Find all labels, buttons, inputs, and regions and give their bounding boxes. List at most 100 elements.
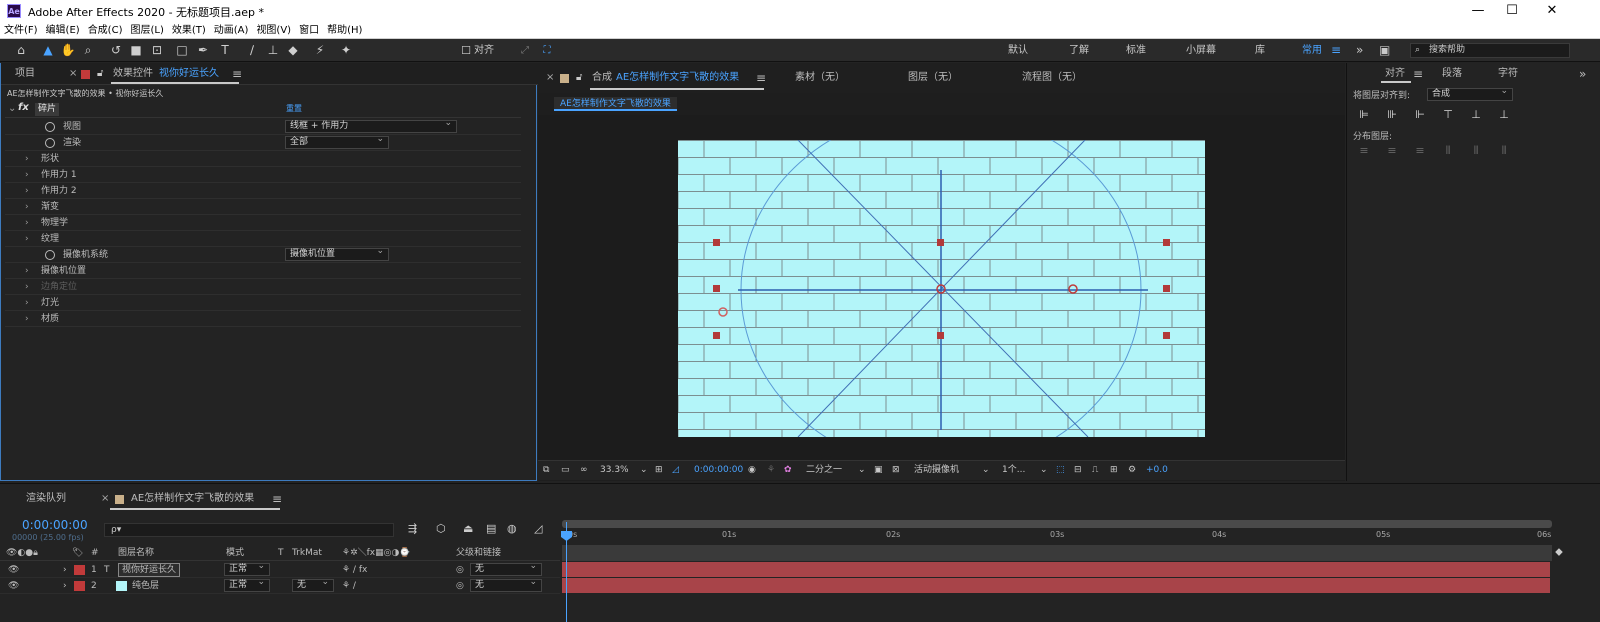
handle[interactable] (1163, 332, 1170, 339)
align-top-icon[interactable]: ⊤ (1441, 108, 1455, 122)
align-right-icon[interactable]: ⊩ (1413, 108, 1427, 122)
expand-arrow-icon[interactable]: › (63, 562, 67, 578)
timeline-search-input[interactable]: ρ▾ (104, 523, 394, 537)
toggle-3d-icon[interactable]: ⬚ (1056, 463, 1065, 477)
menu-help[interactable]: 帮助(H) (323, 22, 366, 39)
tab-render-queue[interactable]: 渲染队列 (26, 488, 66, 510)
stopwatch-icon[interactable] (45, 250, 55, 260)
layer-bar[interactable] (562, 578, 1550, 593)
puppet-tool-icon[interactable]: ✦ (338, 41, 354, 60)
menu-layer[interactable]: 图层(L) (126, 22, 167, 39)
help-search-input[interactable]: ⌕ 搜索帮助 (1410, 43, 1570, 58)
layer-name[interactable]: 视你好运长久 (118, 563, 181, 577)
eraser-tool-icon[interactable]: ◆ (285, 41, 301, 60)
flowchart-icon[interactable]: ⚙ (1128, 463, 1136, 477)
handle[interactable] (1163, 285, 1170, 292)
layer-bar[interactable] (562, 562, 1550, 577)
resolution-chevron-icon[interactable]: ⌄ (858, 463, 866, 477)
zoom-dropdown[interactable]: 33.3% (600, 463, 629, 477)
parent-pickwhip-icon[interactable]: ◎ (456, 562, 464, 578)
workspace-small-screen[interactable]: 小屏幕 (1186, 39, 1216, 62)
handle[interactable] (713, 239, 720, 246)
layer-label-color[interactable] (74, 581, 85, 591)
workspace-overflow-icon[interactable]: » (1356, 39, 1363, 62)
safe-area-icon[interactable]: ⊞ (655, 463, 663, 477)
workspace-library[interactable]: 库 (1255, 39, 1265, 62)
property-row-physics[interactable]: › 物理学 (5, 215, 521, 231)
views-chevron-icon[interactable]: ⌄ (1040, 463, 1048, 477)
layer-label-color[interactable] (74, 565, 85, 575)
composition-mini-flowchart-icon[interactable]: ⇶ (408, 522, 417, 535)
motion-blur-icon[interactable]: ◍ (507, 522, 517, 535)
property-row-gradient[interactable]: › 渐变 (5, 199, 521, 215)
menu-animation[interactable]: 动画(A) (210, 22, 253, 39)
graph-editor-icon[interactable]: ◿ (534, 522, 542, 535)
camera-dropdown[interactable]: 活动摄像机 (914, 463, 959, 477)
handle[interactable] (937, 239, 944, 246)
eye-icon[interactable]: 👁︎ (8, 578, 19, 594)
pen-tool-icon[interactable]: ✒ (195, 41, 211, 60)
layer-switches-icon[interactable]: ⚘ ∕ fx (342, 562, 367, 578)
expand-arrow-icon[interactable]: › (25, 215, 29, 231)
menu-edit[interactable]: 编辑(E) (42, 22, 84, 39)
expand-arrow-icon[interactable]: › (25, 183, 29, 199)
property-row-force2[interactable]: › 作用力 2 (5, 183, 521, 199)
stopwatch-icon[interactable] (45, 122, 55, 132)
align-left-icon[interactable]: ⊫ (1357, 108, 1371, 122)
type-tool-icon[interactable]: T (217, 41, 233, 60)
roto-brush-tool-icon[interactable]: ⚡ (311, 41, 329, 60)
expand-arrow-icon[interactable]: › (25, 167, 29, 183)
expand-arrow-icon[interactable]: › (25, 311, 29, 327)
expand-arrow-icon[interactable]: › (25, 263, 29, 279)
exposure-value[interactable]: +0.0 (1146, 463, 1168, 477)
snap-options-icon[interactable]: ⤢ (518, 41, 532, 60)
property-row-texture[interactable]: › 纹理 (5, 231, 521, 247)
workspace-default[interactable]: 默认 (1008, 39, 1028, 62)
layer-row[interactable]: 👁︎ › 1 T 视你好运长久 正常 ⚘ ∕ fx ◎ 无 (0, 561, 560, 578)
tab-layer[interactable]: 图层（无） (908, 63, 958, 93)
transparency-grid-icon[interactable]: ⊠ (892, 463, 900, 477)
handle[interactable] (713, 332, 720, 339)
timeline-icon[interactable]: ⊞ (1110, 463, 1118, 477)
render-dropdown[interactable]: 全部 (285, 134, 389, 149)
stopwatch-icon[interactable] (45, 138, 55, 148)
align-panel-menu-icon[interactable]: ≡ (1413, 63, 1423, 85)
tab-character[interactable]: 字符 (1498, 63, 1518, 85)
workspace-menu-icon[interactable]: ≡ (1331, 39, 1341, 62)
home-icon[interactable]: ⌂ (12, 41, 30, 60)
layer-name-header[interactable]: 图层名称 (118, 545, 154, 561)
maximize-button[interactable]: ☐ (1497, 2, 1527, 20)
trkmat-dropdown[interactable]: 无 (292, 577, 334, 592)
brush-tool-icon[interactable]: ∕ (244, 41, 260, 60)
menu-window[interactable]: 窗口 (295, 22, 323, 39)
layer-name[interactable]: 纯色层 (132, 578, 159, 594)
roi-icon[interactable]: ▣ (874, 463, 883, 477)
snapping-checkbox[interactable]: ☐ (460, 41, 472, 60)
region-icon[interactable]: ◿ (672, 463, 679, 477)
comp-lock-icon[interactable]: 🔓︎ (576, 63, 582, 93)
zoom-tool-icon[interactable]: ⌕ (80, 41, 96, 60)
workspace-common[interactable]: 常用 (1302, 39, 1322, 62)
property-row-camera-position[interactable]: › 摄像机位置 (5, 263, 521, 279)
lock-icon[interactable]: 🔓︎ (97, 63, 103, 85)
timeline-end-icon[interactable]: ⬥ (1552, 545, 1566, 561)
clone-stamp-tool-icon[interactable]: ⊥ (265, 41, 281, 60)
draft-3d-icon[interactable]: ⬡ (436, 522, 446, 535)
channel-icon[interactable]: ✿ (784, 463, 792, 477)
expand-arrow-icon[interactable]: › (25, 151, 29, 167)
sync-settings-icon[interactable]: ▣ (1379, 39, 1390, 62)
reset-link[interactable]: 重置 (286, 103, 302, 114)
tab-project[interactable]: 项目 (15, 63, 35, 85)
menu-composition[interactable]: 合成(C) (84, 22, 127, 39)
expand-arrow-icon[interactable]: › (25, 231, 29, 247)
mode-dropdown[interactable]: 正常 (224, 561, 270, 576)
right-overflow-icon[interactable]: » (1579, 63, 1586, 85)
mode-dropdown[interactable]: 正常 (224, 577, 270, 592)
fast-preview-icon[interactable]: ⎍ (1092, 463, 1098, 477)
parent-dropdown[interactable]: 无 (470, 561, 542, 576)
view-dropdown[interactable]: 线框 + 作用力 (285, 118, 457, 133)
tab-paragraph[interactable]: 段落 (1442, 63, 1462, 85)
property-row-force1[interactable]: › 作用力 1 (5, 167, 521, 183)
handle[interactable] (937, 332, 944, 339)
property-row-material[interactable]: › 材质 (5, 311, 521, 327)
